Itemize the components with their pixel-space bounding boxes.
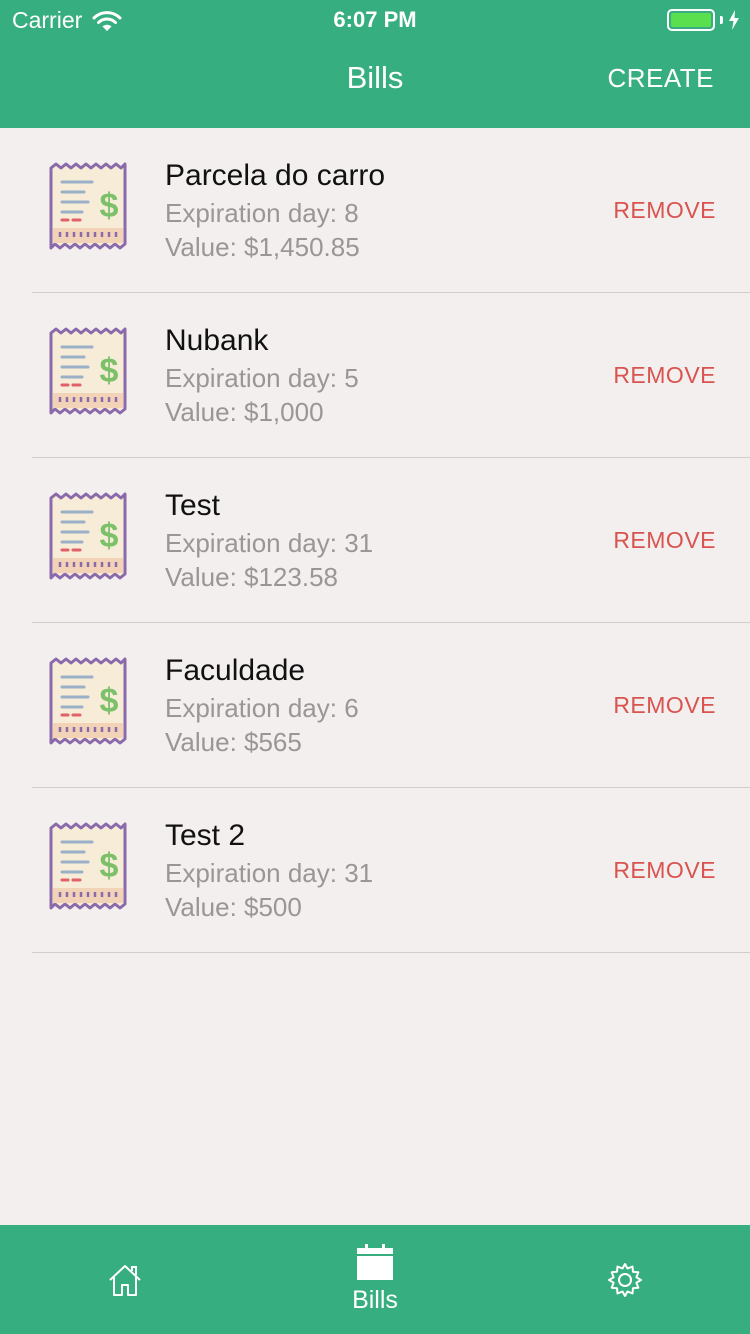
remove-button[interactable]: REMOVE (613, 197, 716, 224)
remove-button[interactable]: REMOVE (613, 857, 716, 884)
bill-name: Parcela do carro (165, 159, 386, 192)
create-button[interactable]: CREATE (607, 63, 714, 94)
bill-value: Value: $1,000 (165, 397, 324, 427)
bill-value: Value: $1,450.85 (165, 232, 360, 262)
svg-text:$: $ (100, 847, 119, 885)
receipt-icon: $ (49, 492, 127, 580)
battery-indicator (667, 9, 740, 31)
calendar-icon (357, 1244, 393, 1280)
bill-value: Value: $500 (165, 892, 302, 922)
bill-row: $ Parcela do carro Expiration day: 8 Val… (32, 128, 750, 293)
bill-name: Nubank (165, 324, 269, 357)
bills-screen: Carrier 6:07 PM Bills CREATE $ Parcela d… (0, 0, 750, 1334)
bill-name: Test 2 (165, 819, 246, 852)
svg-text:$: $ (100, 187, 119, 225)
bill-row: $ Faculdade Expiration day: 6 Value: $56… (32, 623, 750, 788)
battery-icon (667, 9, 715, 31)
tab-bills-label: Bills (352, 1286, 398, 1314)
home-icon (109, 1264, 141, 1296)
bill-expiration: Expiration day: 5 (165, 363, 359, 393)
bill-name: Faculdade (165, 654, 306, 687)
receipt-icon: $ (49, 327, 127, 415)
bill-expiration: Expiration day: 31 (165, 528, 374, 558)
charging-icon (729, 10, 739, 30)
bill-row: $ Test 2 Expiration day: 31 Value: $500 … (32, 788, 750, 953)
header: Carrier 6:07 PM Bills CREATE (0, 0, 750, 128)
bill-value: Value: $123.58 (165, 562, 338, 592)
bills-list: $ Parcela do carro Expiration day: 8 Val… (0, 128, 750, 953)
bill-expiration: Expiration day: 8 (165, 198, 359, 228)
svg-text:$: $ (100, 517, 119, 555)
tab-bar: Bills (0, 1225, 750, 1334)
remove-button[interactable]: REMOVE (613, 362, 716, 389)
bill-row: $ Test Expiration day: 31 Value: $123.58… (32, 458, 750, 623)
status-bar: Carrier 6:07 PM (0, 0, 750, 40)
tab-bills[interactable]: Bills (250, 1225, 500, 1334)
receipt-icon: $ (49, 657, 127, 745)
receipt-icon: $ (49, 822, 127, 910)
tab-settings[interactable] (500, 1225, 750, 1334)
bill-name: Test (165, 489, 221, 522)
bill-expiration: Expiration day: 6 (165, 693, 359, 723)
remove-button[interactable]: REMOVE (613, 527, 716, 554)
gear-icon (608, 1262, 642, 1297)
remove-button[interactable]: REMOVE (613, 692, 716, 719)
bill-row: $ Nubank Expiration day: 5 Value: $1,000… (32, 293, 750, 458)
status-time: 6:07 PM (333, 7, 417, 32)
tab-home[interactable] (0, 1225, 250, 1334)
svg-text:$: $ (100, 682, 119, 720)
bill-value: Value: $565 (165, 727, 302, 757)
receipt-icon: $ (49, 162, 127, 250)
svg-text:$: $ (100, 352, 119, 390)
bill-expiration: Expiration day: 31 (165, 858, 374, 888)
